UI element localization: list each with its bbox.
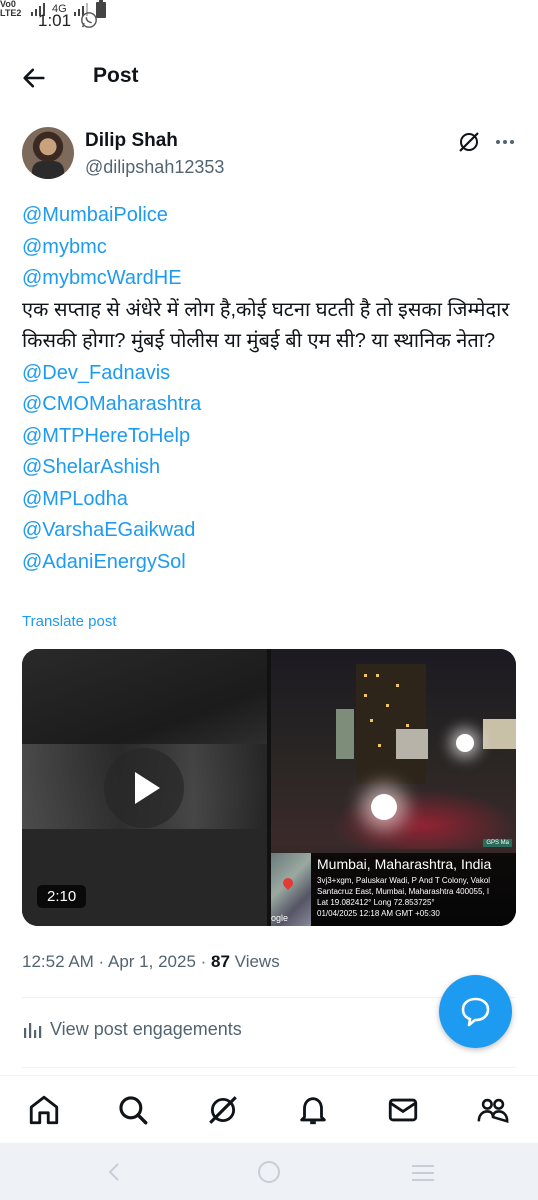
analytics-icon <box>24 1022 42 1038</box>
more-options-icon[interactable] <box>493 130 517 154</box>
search-icon[interactable] <box>116 1093 150 1127</box>
reply-bubble-icon <box>461 997 490 1027</box>
home-icon[interactable] <box>27 1093 61 1127</box>
gps-logo: GPS Ma <box>483 839 512 847</box>
post-time: 12:52 AM <box>22 952 94 971</box>
video-thumbnail[interactable]: 2:10 <box>22 649 267 926</box>
author-name[interactable]: Dilip Shah <box>85 130 178 152</box>
bottom-nav <box>0 1075 538 1144</box>
grok-icon[interactable] <box>206 1093 240 1127</box>
grok-icon[interactable] <box>457 130 481 154</box>
messages-icon[interactable] <box>386 1093 420 1127</box>
notifications-icon[interactable] <box>296 1093 330 1127</box>
photo-thumbnail[interactable]: ogle GPS Ma Mumbai, Maharashtra, India 3… <box>271 649 516 926</box>
gps-datetime: 01/04/2025 12:18 AM GMT +05:30 <box>317 909 440 918</box>
post-hindi-text: एक सप्ताह से अंधेरे में लोग है,कोई घटना … <box>22 298 510 353</box>
mention-link[interactable]: @MPLodha <box>22 484 522 516</box>
gps-overlay: ogle GPS Ma Mumbai, Maharashtra, India 3… <box>271 839 516 926</box>
post-date: Apr 1, 2025 <box>108 952 196 971</box>
system-back-icon[interactable] <box>104 1161 124 1183</box>
gps-address-1: 3vj3+xgm, Paluskar Wadi, P And T Colony,… <box>317 876 491 885</box>
video-duration: 2:10 <box>37 885 87 908</box>
whatsapp-icon <box>81 12 97 28</box>
mention-link[interactable]: @ShelarAshish <box>22 452 522 484</box>
communities-icon[interactable] <box>476 1093 510 1127</box>
divider <box>22 1067 516 1068</box>
mention-link[interactable]: @MTPHereToHelp <box>22 421 522 453</box>
play-button[interactable] <box>104 748 184 828</box>
mention-link[interactable]: @mybmc <box>22 232 522 264</box>
mention-link[interactable]: @AdaniEnergySol <box>22 547 522 579</box>
network-label: Vo0 LTE2 <box>0 0 22 18</box>
play-icon <box>135 772 160 804</box>
post-text: @MumbaiPolice @mybmc @mybmcWardHE एक सप्… <box>22 200 522 578</box>
map-brand: ogle <box>271 913 289 923</box>
translate-post-link[interactable]: Translate post <box>22 613 117 630</box>
back-arrow-icon[interactable] <box>20 64 48 92</box>
status-time: 1:01 <box>38 11 72 30</box>
mention-link[interactable]: @Dev_Fadnavis <box>22 358 522 390</box>
page-title: Post <box>93 64 139 87</box>
status-bar: 1:01 Vo0 LTE2 4G <box>0 0 538 44</box>
engagements-label: View post engagements <box>50 1019 242 1039</box>
reply-fab[interactable] <box>439 975 512 1048</box>
gps-coords: Lat 19.082412° Long 72.853725° <box>317 898 435 907</box>
gps-city: Mumbai, Maharashtra, India <box>317 856 492 872</box>
avatar[interactable] <box>22 127 74 179</box>
mention-link[interactable]: @MumbaiPolice <box>22 200 522 232</box>
mention-link[interactable]: @CMOMaharashtra <box>22 389 522 421</box>
views-count: 87 <box>211 952 230 971</box>
author-handle[interactable]: @dilipshah12353 <box>85 157 224 178</box>
gps-address-2: Santacruz East, Mumbai, Maharashtra 4000… <box>317 887 490 896</box>
mention-link[interactable]: @mybmcWardHE <box>22 263 522 295</box>
post-meta: 12:52 AM · Apr 1, 2025 · 87 Views <box>22 952 280 971</box>
media-grid: 2:10 ogle GPS Ma Mumbai, Maharashtra, In… <box>22 649 516 926</box>
system-recents-icon[interactable] <box>410 1163 436 1183</box>
mention-link[interactable]: @VarshaEGaikwad <box>22 515 522 547</box>
views-label: Views <box>234 952 280 971</box>
view-engagements-button[interactable]: View post engagements <box>22 1019 242 1040</box>
system-home-icon[interactable] <box>257 1160 281 1184</box>
system-nav-bar <box>0 1143 538 1200</box>
